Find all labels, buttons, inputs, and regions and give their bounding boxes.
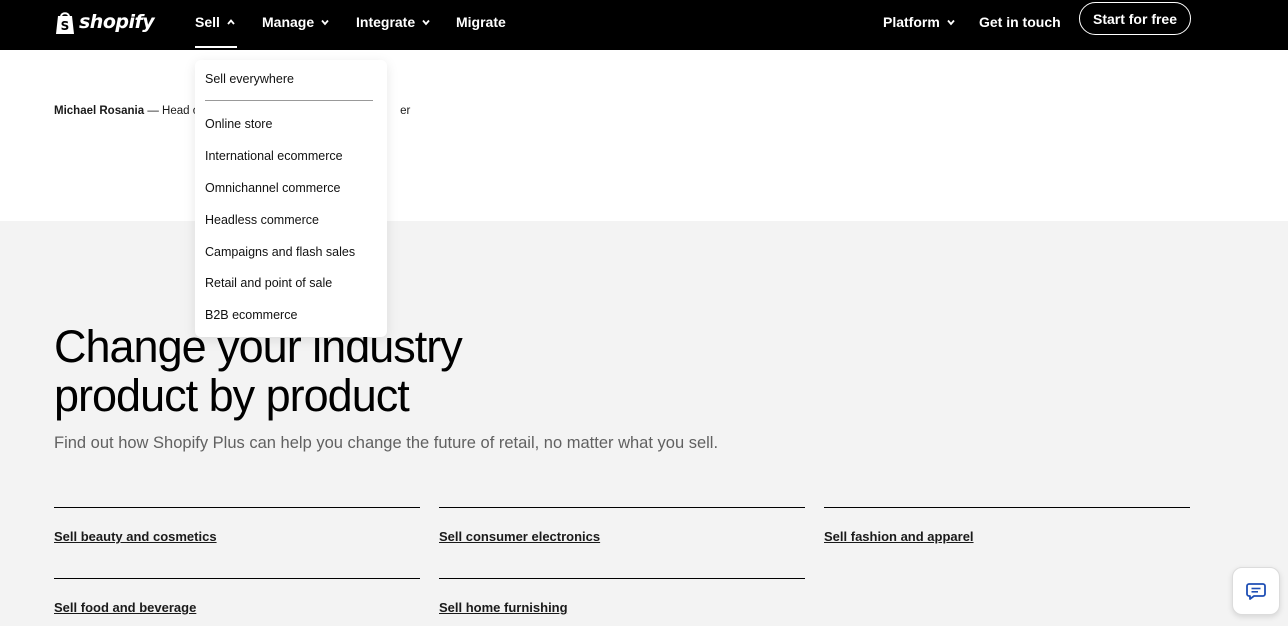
nav-sell-active-indicator [195,46,237,48]
nav-migrate-label: Migrate [456,14,506,30]
chevron-up-icon [227,19,235,25]
headline-line-2: product by product [54,370,410,421]
chat-icon [1246,583,1266,600]
logo-wordmark: shopify [79,11,155,33]
category-card: Sell home furnishing [439,578,805,618]
svg-text:S: S [61,19,70,33]
category-card: Sell consumer electronics [439,507,805,547]
chevron-down-icon [422,19,430,26]
chevron-down-icon [947,19,955,26]
start-for-free-button[interactable]: Start for free [1079,2,1191,35]
nav-integrate-label: Integrate [356,14,416,30]
nav-platform-label: Platform [883,14,940,30]
attribution-name: Michael Rosania [54,105,145,117]
nav-get-in-touch-label: Get in touch [979,14,1061,30]
page-subheadline: Find out how Shopify Plus can help you c… [54,434,719,452]
category-link-electronics[interactable]: Sell consumer electronics [439,529,600,544]
sell-dropdown-menu: Sell everywhere Online store Internation… [195,60,387,337]
menu-item-campaigns-flash-sales[interactable]: Campaigns and flash sales [205,245,355,259]
testimonial-band [0,50,1288,221]
chevron-down-icon [321,19,329,26]
menu-item-international-ecommerce[interactable]: International ecommerce [205,149,343,163]
nav-sell-label: Sell [195,14,220,30]
start-for-free-label: Start for free [1092,10,1178,27]
shopify-bag-icon: S [56,11,74,34]
attribution-role-start: — Head o [144,105,200,117]
category-link-beauty[interactable]: Sell beauty and cosmetics [54,529,217,544]
chat-button[interactable] [1232,567,1280,615]
nav-sell[interactable]: Sell [195,13,236,31]
menu-item-sell-everywhere[interactable]: Sell everywhere [205,72,294,86]
shopify-logo[interactable]: S shopify [54,8,155,36]
menu-item-omnichannel-commerce[interactable]: Omnichannel commerce [205,181,340,195]
category-link-home[interactable]: Sell home furnishing [439,600,568,615]
category-link-food[interactable]: Sell food and beverage [54,600,196,615]
menu-item-retail-pos[interactable]: Retail and point of sale [205,276,332,290]
category-card: Sell fashion and apparel [824,507,1190,547]
nav-get-in-touch[interactable]: Get in touch [979,13,1061,31]
nav-manage[interactable]: Manage [262,13,330,31]
nav-platform[interactable]: Platform [883,13,956,31]
menu-item-headless-commerce[interactable]: Headless commerce [205,213,319,227]
nav-integrate[interactable]: Integrate [356,13,431,31]
nav-manage-label: Manage [262,14,315,30]
menu-divider [205,100,373,101]
category-link-fashion[interactable]: Sell fashion and apparel [824,529,974,544]
nav-migrate[interactable]: Migrate [456,13,506,31]
attribution-role-end: er [400,105,411,117]
menu-item-b2b-ecommerce[interactable]: B2B ecommerce [205,308,297,322]
menu-item-online-store[interactable]: Online store [205,117,272,131]
category-card: Sell beauty and cosmetics [54,507,420,547]
top-navigation: S shopify Sell Manage Integrate Migrate … [0,0,1288,50]
category-card: Sell food and beverage [54,578,420,618]
